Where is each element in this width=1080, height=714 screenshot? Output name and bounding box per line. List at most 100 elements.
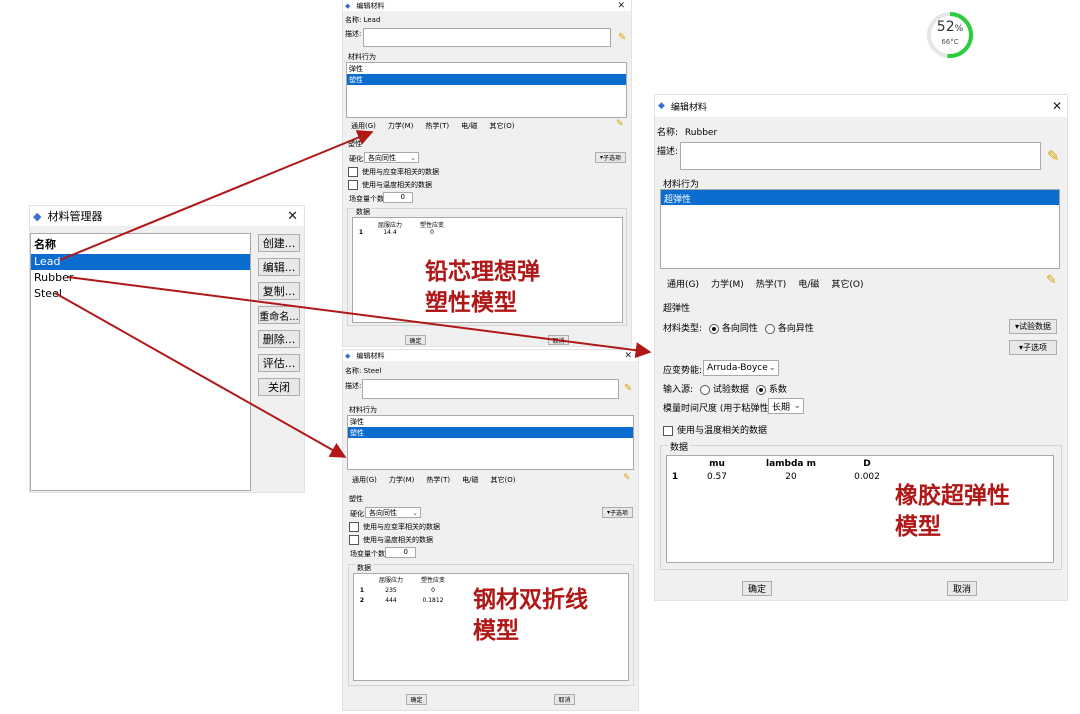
hardening-select[interactable]: 各向同性 ⌄: [365, 507, 421, 518]
behavior-list[interactable]: 弹性 塑性: [346, 62, 627, 118]
close-icon[interactable]: ✕: [287, 209, 298, 224]
strain-rate-option[interactable]: 使用与应变率相关的数据: [349, 522, 440, 532]
name-label: 名称:: [657, 128, 679, 138]
table-row[interactable]: 1 14.4 0: [353, 229, 453, 236]
field-vars-stepper[interactable]: 0: [385, 547, 416, 558]
ok-button[interactable]: 确定: [742, 581, 772, 596]
close-icon[interactable]: ✕: [1052, 99, 1062, 113]
temperature-option[interactable]: 使用与温度相关的数据: [348, 180, 432, 190]
cell[interactable]: 0.002: [831, 471, 903, 484]
behavior-item-hyperelastic[interactable]: 超弹性: [661, 190, 1059, 205]
pencil-icon[interactable]: ✎: [1047, 147, 1060, 165]
material-list[interactable]: 名称 Lead Rubber Steel: [30, 233, 251, 491]
pencil-icon[interactable]: ✎: [618, 32, 626, 43]
menu-other[interactable]: 其它(O): [490, 121, 515, 131]
behavior-list[interactable]: 超弹性: [660, 189, 1060, 269]
strain-rate-option[interactable]: 使用与应变率相关的数据: [348, 167, 439, 177]
name-label: 名称:: [345, 16, 362, 24]
cell[interactable]: 0: [411, 229, 453, 236]
menu-mechanical[interactable]: 力学(M): [711, 277, 744, 290]
menu-mechanical[interactable]: 力学(M): [389, 475, 415, 485]
cancel-button[interactable]: 取消: [548, 335, 569, 345]
ok-button[interactable]: 确定: [405, 335, 426, 345]
delete-button[interactable]: 删除...: [258, 330, 300, 348]
cell[interactable]: 0.1812: [412, 596, 454, 606]
cancel-button[interactable]: 取消: [947, 581, 977, 596]
menu-electromagnetic[interactable]: 电/磁: [462, 475, 478, 485]
menu-general[interactable]: 通用(G): [351, 121, 376, 131]
material-type-label: 材料类型:: [663, 324, 703, 334]
menu-other[interactable]: 其它(O): [491, 475, 516, 485]
annotation-rubber-line1: 橡胶超弹性: [895, 482, 1010, 509]
pencil-icon[interactable]: ✎: [624, 383, 632, 394]
menu-thermal[interactable]: 热学(T): [756, 277, 787, 290]
close-icon[interactable]: ✕: [617, 1, 625, 11]
cell[interactable]: 444: [370, 596, 412, 606]
edit-button[interactable]: 编辑...: [258, 258, 300, 276]
cancel-button[interactable]: 取消: [554, 694, 575, 705]
menu-other[interactable]: 其它(O): [831, 277, 863, 290]
pencil-icon[interactable]: ✎: [616, 119, 624, 129]
rubber-title: 编辑材料: [670, 102, 707, 113]
description-input[interactable]: [680, 142, 1041, 170]
data-label: 数据: [668, 440, 691, 453]
list-item-rubber[interactable]: Rubber: [31, 270, 250, 286]
cell[interactable]: 0.57: [683, 471, 751, 484]
checkbox[interactable]: [349, 522, 359, 532]
behavior-item-plastic[interactable]: 塑性: [348, 427, 633, 438]
checkbox[interactable]: [348, 167, 358, 177]
description-input[interactable]: [363, 28, 611, 47]
field-vars-stepper[interactable]: 0: [383, 192, 413, 203]
copy-button[interactable]: 复制...: [258, 282, 300, 300]
hardening-select[interactable]: 各向同性 ⌄: [364, 152, 419, 163]
moduli-select[interactable]: 长期 ⌄: [768, 398, 804, 414]
suboptions-button[interactable]: ▾ 子选项: [1009, 340, 1057, 355]
list-item-lead[interactable]: Lead: [31, 254, 250, 270]
data-label: 数据: [354, 207, 372, 217]
menu-electromagnetic[interactable]: 电/磁: [461, 121, 477, 131]
chevron-down-icon: ⌄: [793, 401, 801, 411]
radio-anisotropic[interactable]: [764, 323, 775, 334]
checkbox[interactable]: [348, 180, 358, 190]
behavior-item-plastic[interactable]: 塑性: [347, 74, 626, 85]
menu-general[interactable]: 通用(G): [667, 277, 699, 290]
behavior-item-elastic[interactable]: 弹性: [348, 416, 633, 427]
behavior-item-elastic[interactable]: 弹性: [347, 63, 626, 74]
cell[interactable]: 14.4: [369, 229, 411, 236]
menu-general[interactable]: 通用(G): [352, 475, 377, 485]
checkbox[interactable]: [349, 535, 359, 545]
test-data-button[interactable]: ▾ 试验数据: [1009, 319, 1057, 334]
rename-button[interactable]: 重命名...: [258, 306, 300, 324]
menu-thermal[interactable]: 热学(T): [425, 121, 449, 131]
close-icon[interactable]: ✕: [624, 351, 632, 361]
close-button[interactable]: 关闭: [258, 378, 300, 396]
list-item-steel[interactable]: Steel: [31, 286, 250, 302]
menu-mechanical[interactable]: 力学(M): [388, 121, 414, 131]
pencil-icon[interactable]: ✎: [1046, 273, 1057, 288]
temperature-option[interactable]: 使用与温度相关的数据: [663, 423, 767, 436]
cell[interactable]: 235: [370, 586, 412, 596]
menu-thermal[interactable]: 热学(T): [426, 475, 450, 485]
behavior-list[interactable]: 弹性 塑性: [347, 415, 634, 470]
cell[interactable]: 0: [412, 586, 454, 596]
cell[interactable]: 20: [751, 471, 831, 484]
edit-material-steel-window: ◆ 编辑材料 ✕ 名称: Steel 描述: ✎ 材料行为 弹性 塑性 通用(G…: [343, 350, 638, 710]
radio-coefficients[interactable]: [755, 384, 766, 395]
suboptions-button[interactable]: ▾ 子选项: [602, 507, 633, 518]
pencil-icon[interactable]: ✎: [623, 473, 631, 483]
ok-button[interactable]: 确定: [406, 694, 427, 705]
test-data-label: 试验数据: [1019, 322, 1051, 331]
strain-energy-select[interactable]: Arruda-Boyce ⌄: [703, 360, 779, 376]
checkbox[interactable]: [663, 425, 673, 436]
create-button[interactable]: 创建...: [258, 234, 300, 252]
evaluate-button[interactable]: 评估...: [258, 354, 300, 372]
suboptions-button[interactable]: ▾ 子选项: [595, 152, 626, 163]
temperature-option[interactable]: 使用与温度相关的数据: [349, 535, 433, 545]
menu-electromagnetic[interactable]: 电/磁: [798, 277, 819, 290]
table-row[interactable]: 1 0.57 20 0.002: [667, 471, 903, 484]
table-row[interactable]: 1 235 0: [354, 586, 454, 596]
table-row[interactable]: 2 444 0.1812: [354, 596, 454, 606]
description-input[interactable]: [362, 379, 619, 399]
radio-test-data[interactable]: [699, 384, 710, 395]
radio-isotropic[interactable]: [708, 323, 719, 334]
